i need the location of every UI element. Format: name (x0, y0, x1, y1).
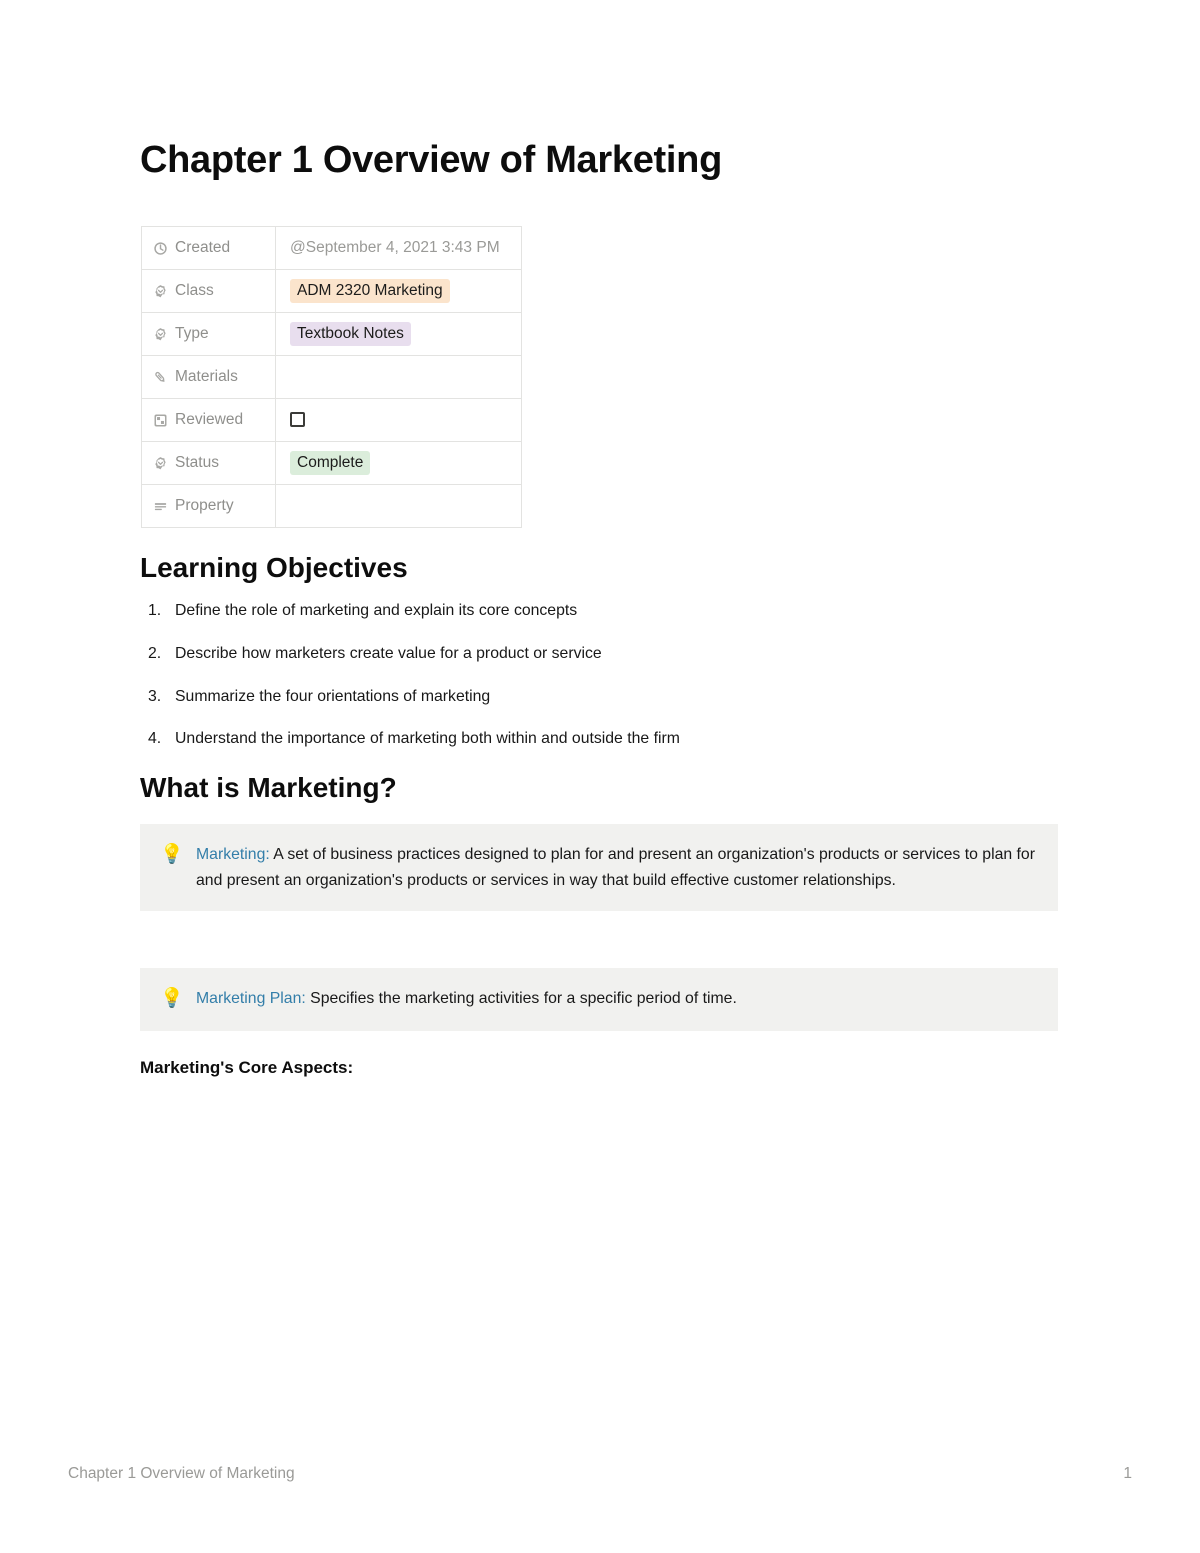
list-item: 4. Understand the importance of marketin… (140, 728, 1000, 749)
reviewed-checkbox[interactable] (290, 412, 305, 428)
callout-term: Marketing Plan: (196, 990, 306, 1007)
footer-title: Chapter 1 Overview of Marketing (68, 1465, 295, 1482)
list-item: 3. Summarize the four orientations of ma… (140, 686, 1000, 707)
list-item-text: Describe how marketers create value for … (175, 644, 602, 662)
created-date-text: @September 4, 2021 3:43 PM (290, 239, 500, 256)
table-row: Class ADM 2320 Marketing (141, 269, 522, 313)
select-icon (153, 327, 168, 342)
core-aspects-lead-in: Marketing's Core Aspects: (140, 1058, 354, 1077)
list-item-text: Define the role of marketing and explain… (175, 602, 578, 619)
property-value-materials[interactable] (275, 355, 522, 399)
callout-text: Marketing Plan: Specifies the marketing … (196, 986, 1038, 1012)
callout-definition: A set of business practices designed to … (196, 846, 1035, 889)
property-label: Type (175, 325, 209, 342)
document-page: Chapter 1 Overview of Marketing Created … (0, 0, 1200, 1553)
property-label: Materials (175, 368, 238, 385)
property-value-reviewed[interactable] (275, 398, 522, 442)
callout-marketing-plan-definition: 💡 Marketing Plan: Specifies the marketin… (140, 968, 1058, 1031)
learning-objectives-list: 1. Define the role of marketing and expl… (140, 600, 1000, 771)
property-key-created: Created (141, 226, 276, 270)
property-value-property[interactable] (275, 484, 522, 528)
property-value-class[interactable]: ADM 2320 Marketing (275, 269, 522, 313)
text-lines-icon (153, 499, 168, 514)
callout-term: Marketing: (196, 846, 270, 863)
type-tag-pill: Textbook Notes (290, 321, 411, 347)
table-row: Status Complete (141, 441, 522, 485)
property-key-class: Class (141, 269, 276, 313)
property-label: Status (175, 454, 219, 471)
callout-definition: Specifies the marketing activities for a… (305, 990, 737, 1007)
status-badge: Complete (290, 450, 371, 476)
property-label: Property (175, 497, 234, 514)
lightbulb-icon: 💡 (160, 988, 184, 1009)
property-key-status: Status (141, 441, 276, 485)
property-value-created[interactable]: @September 4, 2021 3:43 PM (275, 226, 522, 270)
property-value-status[interactable]: Complete (275, 441, 522, 485)
table-row: Materials (141, 355, 522, 399)
table-row: Created @September 4, 2021 3:43 PM (141, 226, 522, 270)
list-item-text: Understand the importance of marketing b… (175, 730, 680, 748)
page-footer: Chapter 1 Overview of Marketing 1 (68, 1465, 1132, 1483)
checkbox-icon (153, 413, 168, 428)
list-item-text: Summarize the four orientations of marke… (175, 687, 491, 705)
list-item-number: 1. (148, 602, 162, 619)
page-title: Chapter 1 Overview of Marketing (140, 139, 722, 181)
list-item-number: 4. (148, 730, 162, 748)
callout-text: Marketing: A set of business practices d… (196, 842, 1038, 893)
footer-page-number: 1 (1123, 1465, 1132, 1482)
clock-icon (153, 241, 168, 256)
properties-table: Created @September 4, 2021 3:43 PM Class (141, 226, 522, 528)
select-icon (153, 456, 168, 471)
select-icon (153, 284, 168, 299)
property-label: Created (175, 239, 231, 256)
paperclip-icon (153, 370, 168, 385)
section-heading-learning-objectives: Learning Objectives (140, 552, 408, 583)
property-label: Class (175, 282, 214, 299)
list-item: 1. Define the role of marketing and expl… (140, 600, 1000, 621)
table-row: Property (141, 484, 522, 528)
property-key-property: Property (141, 484, 276, 528)
class-tag-pill: ADM 2320 Marketing (290, 278, 450, 304)
property-label: Reviewed (175, 411, 244, 428)
callout-marketing-definition: 💡 Marketing: A set of business practices… (140, 824, 1058, 912)
table-row: Reviewed (141, 398, 522, 442)
property-key-materials: Materials (141, 355, 276, 399)
property-key-reviewed: Reviewed (141, 398, 276, 442)
list-item: 2. Describe how marketers create value f… (140, 643, 1000, 664)
list-item-number: 2. (148, 644, 162, 662)
property-key-type: Type (141, 312, 276, 356)
lightbulb-icon: 💡 (160, 844, 184, 865)
list-item-number: 3. (148, 687, 162, 705)
section-heading-what-is-marketing: What is Marketing? (140, 772, 397, 803)
property-value-type[interactable]: Textbook Notes (275, 312, 522, 356)
table-row: Type Textbook Notes (141, 312, 522, 356)
